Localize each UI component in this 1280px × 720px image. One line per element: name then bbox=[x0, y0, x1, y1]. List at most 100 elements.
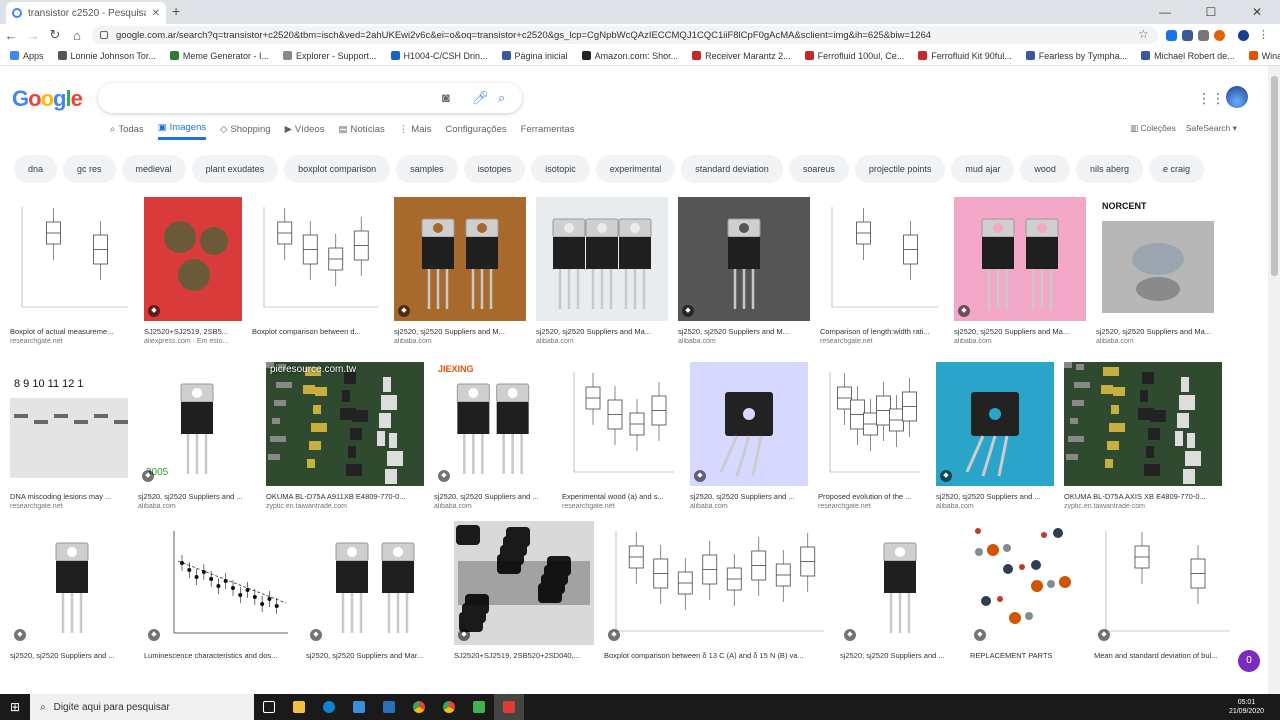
minimize-icon[interactable]: — bbox=[1142, 0, 1188, 24]
tab-shopping[interactable]: ◇ Shopping bbox=[220, 122, 270, 140]
result-caption[interactable]: Experimental wood (a) and s... bbox=[562, 492, 680, 501]
bookmark-item[interactable]: Ferrofluid 100ul, Ce... bbox=[804, 51, 904, 61]
image-result[interactable]: ◆ sj2520, sj2520 Suppliers and ... bbox=[10, 521, 134, 662]
related-chip[interactable]: isotopes bbox=[463, 155, 526, 183]
tab-more[interactable]: ⋮ Mais bbox=[399, 122, 432, 140]
result-caption[interactable]: sj2520, sj2520 Suppliers and Ma... bbox=[1096, 327, 1220, 336]
result-thumbnail[interactable]: ◆ bbox=[954, 197, 1086, 321]
result-thumbnail[interactable]: 3005 ◆ bbox=[138, 362, 256, 486]
result-caption[interactable]: sj2520, sj2520 Suppliers and ... bbox=[690, 492, 808, 501]
bookmark-item[interactable]: Amazon.com: Shor... bbox=[581, 51, 678, 61]
bookmark-item[interactable]: Meme Generator - I... bbox=[169, 51, 269, 61]
image-result[interactable]: JIEXING ◆ sj2520, sj2520 Suppliers and ...… bbox=[434, 362, 552, 510]
image-result[interactable]: ◆ sj2520, sj2520 Suppliers and ... alibaba… bbox=[690, 362, 808, 510]
result-caption[interactable]: OKUMA BL-D75A A911XB E4809-770-0... bbox=[266, 492, 424, 501]
related-chip[interactable]: standard deviation bbox=[681, 155, 783, 183]
menu-icon[interactable]: ⋮ bbox=[1258, 28, 1269, 41]
result-caption[interactable]: sj2520, sj2520 Suppliers and Ma... bbox=[536, 327, 668, 336]
image-result[interactable]: ◆ sj2520, sj2520 Suppliers and M... alibab… bbox=[394, 197, 526, 345]
address-bar[interactable]: google.com.ar/search?q=transistor+c2520&… bbox=[92, 26, 1158, 44]
profile-avatar[interactable] bbox=[1238, 30, 1249, 41]
task-view-icon[interactable] bbox=[254, 694, 284, 720]
related-chip[interactable]: isotopic bbox=[531, 155, 590, 183]
bookmark-item[interactable]: Página inicial bbox=[501, 51, 568, 61]
result-thumbnail[interactable]: ◆ bbox=[678, 197, 810, 321]
bookmark-item[interactable]: Receiver Marantz 2... bbox=[692, 51, 791, 61]
result-caption[interactable]: Luminescence characteristics and dos... bbox=[144, 651, 296, 660]
edge-icon[interactable] bbox=[314, 694, 344, 720]
image-result[interactable]: OKUMA BL-D75A AXIS XB E4809-770-0... zypt… bbox=[1064, 362, 1222, 510]
camtasia-icon[interactable] bbox=[464, 694, 494, 720]
image-result[interactable]: ◆ sj2520, sj2520 Suppliers and Mar... bbox=[306, 521, 444, 662]
bookmark-item[interactable]: Fearless by Tympha... bbox=[1025, 51, 1127, 61]
result-caption[interactable]: SJ2520+SJ2519, 2SB5... bbox=[144, 327, 242, 336]
result-thumbnail[interactable]: ◆ bbox=[1094, 521, 1236, 645]
camera-icon[interactable]: ◙ bbox=[442, 90, 450, 105]
search-icon[interactable]: ⌕ bbox=[498, 90, 505, 106]
forward-icon[interactable]: → bbox=[22, 28, 44, 43]
related-chip[interactable]: mud ajar bbox=[951, 155, 1015, 183]
image-result[interactable]: Experimental wood (a) and s... researchga… bbox=[562, 362, 680, 510]
related-chip[interactable]: medieval bbox=[121, 155, 186, 183]
related-chip[interactable]: projectile points bbox=[854, 155, 946, 183]
image-result[interactable]: ◆ Mean and standard deviation of bul... bbox=[1094, 521, 1236, 662]
page-scrollbar[interactable] bbox=[1268, 66, 1280, 694]
extension-icon[interactable] bbox=[1214, 30, 1225, 41]
recorder-icon[interactable] bbox=[494, 694, 524, 720]
tab-tools[interactable]: Ferramentas bbox=[521, 122, 575, 140]
bookmark-item[interactable]: Lonnie Johnson Tor... bbox=[57, 51, 156, 61]
image-result[interactable]: ◆ sj2520, sj2520 Suppliers and ... bbox=[840, 521, 960, 662]
result-thumbnail[interactable]: ◆ bbox=[936, 362, 1054, 486]
explorer-icon[interactable] bbox=[284, 694, 314, 720]
related-chip[interactable]: experimental bbox=[595, 155, 676, 183]
bookmark-item[interactable]: H1004-C/CSH Drin... bbox=[390, 51, 488, 61]
result-caption[interactable]: Proposed evolution of the ... bbox=[818, 492, 926, 501]
related-chip[interactable]: samples bbox=[396, 155, 458, 183]
extension-icon[interactable] bbox=[1166, 30, 1177, 41]
related-chip[interactable]: e craig bbox=[1148, 155, 1204, 183]
back-icon[interactable]: ← bbox=[0, 28, 22, 43]
related-chip[interactable]: gc res bbox=[63, 155, 116, 183]
result-thumbnail[interactable] bbox=[10, 197, 134, 321]
result-thumbnail[interactable] bbox=[252, 197, 384, 321]
image-result[interactable]: Boxplot comparison between d... bbox=[252, 197, 384, 345]
account-avatar[interactable] bbox=[1226, 86, 1248, 108]
tab-videos[interactable]: ▶ Vídeos bbox=[285, 122, 325, 140]
image-result[interactable]: Boxplot of actual measureme... researchga… bbox=[10, 197, 134, 345]
google-logo[interactable]: Google bbox=[12, 86, 83, 112]
close-window-icon[interactable]: ✕ bbox=[1234, 0, 1280, 24]
image-result[interactable]: sj2520, sj2520 Suppliers and Ma... alibab… bbox=[536, 197, 668, 345]
result-thumbnail[interactable]: JIEXING ◆ bbox=[434, 362, 552, 486]
result-thumbnail[interactable] bbox=[1064, 362, 1222, 486]
bookmark-item[interactable]: Explorer - Support... bbox=[282, 51, 377, 61]
image-result[interactable]: 8 9 10 11 12 1 DNA miscoding lesions may … bbox=[10, 362, 128, 510]
chrome-icon[interactable] bbox=[404, 694, 434, 720]
image-result[interactable]: picresource.com.tw OKUMA BL-D75A A911XB E… bbox=[266, 362, 424, 510]
browser-tab[interactable]: transistor c2520 - Pesquisa Goo ✕ bbox=[6, 2, 166, 24]
result-caption[interactable]: OKUMA BL-D75A AXIS XB E4809-770-0... bbox=[1064, 492, 1222, 501]
bookmark-item[interactable]: Michael Robert de... bbox=[1141, 51, 1235, 61]
result-thumbnail[interactable]: ◆ bbox=[840, 521, 960, 645]
collections-link[interactable]: ▥ Coleções bbox=[1130, 123, 1176, 134]
result-thumbnail[interactable] bbox=[536, 197, 668, 321]
new-tab-button[interactable]: + bbox=[172, 3, 180, 19]
image-result[interactable]: ◆ sj2520, sj2520 Suppliers and Ma... aliba… bbox=[954, 197, 1086, 345]
extension-icon[interactable] bbox=[1182, 30, 1193, 41]
result-caption[interactable]: Boxplot of actual measureme... bbox=[10, 327, 134, 336]
related-chip[interactable]: nils aberg bbox=[1075, 155, 1143, 183]
result-thumbnail[interactable]: ◆ bbox=[604, 521, 830, 645]
result-caption[interactable]: Comparison of length:width rati... bbox=[820, 327, 944, 336]
image-result[interactable]: NORCENT sj2520, sj2520 Suppliers and Ma..… bbox=[1096, 197, 1220, 345]
bookmark-item[interactable]: Ferrofluid Kit 90ful... bbox=[918, 51, 1012, 61]
mail-icon[interactable] bbox=[374, 694, 404, 720]
tab-all[interactable]: ⌕ Todas bbox=[110, 122, 144, 140]
image-result[interactable]: ◆ Boxplot comparison between δ 13 C (A) a… bbox=[604, 521, 830, 662]
close-tab-icon[interactable]: ✕ bbox=[152, 8, 160, 19]
bookmark-item[interactable]: Winamp2-js bbox=[1248, 51, 1280, 61]
scrollbar-thumb[interactable] bbox=[1271, 76, 1278, 276]
reload-icon[interactable]: ↻ bbox=[44, 27, 66, 43]
maximize-icon[interactable]: ☐ bbox=[1188, 0, 1234, 24]
image-result[interactable]: ◆ Luminescence characteristics and dos... bbox=[144, 521, 296, 662]
result-caption[interactable]: sj2520, sj2520 Suppliers and ... bbox=[138, 492, 256, 501]
result-thumbnail[interactable]: NORCENT bbox=[1096, 197, 1220, 321]
